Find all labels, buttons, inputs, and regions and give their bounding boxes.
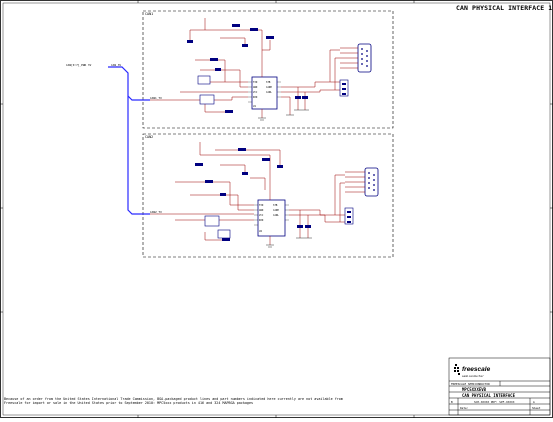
title-block-board-name: MPC5XXXEVB bbox=[462, 386, 487, 392]
svg-text:CANH: CANH bbox=[266, 86, 272, 89]
can2-db9-connector bbox=[364, 167, 379, 197]
can1-jumper bbox=[197, 75, 211, 85]
can1-db9-connector bbox=[357, 43, 372, 73]
footnote: Because of an order from the United Stat… bbox=[4, 397, 343, 406]
svg-text:CANL: CANL bbox=[266, 91, 272, 94]
title-block-ref: FREESCALE SEMICONDUCTOR bbox=[451, 382, 490, 386]
can1-block-label: CAN1 bbox=[145, 12, 154, 16]
svg-text:RXD: RXD bbox=[253, 96, 258, 99]
title-block-sheet: Sheet bbox=[532, 405, 541, 410]
freescale-logo-sub: semiconductor bbox=[462, 374, 484, 378]
sheet-title: CAN PHYSICAL INTERFACE 1 bbox=[456, 4, 553, 12]
can1-jumper bbox=[199, 94, 215, 105]
svg-text:CANH: CANH bbox=[273, 209, 279, 212]
can2-jumper bbox=[204, 215, 220, 227]
schematic-sheet: TXD GND VCC RXD STB CANH CANL U1 TXD GND… bbox=[0, 0, 553, 418]
can2-circuit: TXDGNDVCC RXDSTBCANH CANLU2 bbox=[150, 142, 379, 248]
can2-block-label: CAN2 bbox=[145, 135, 154, 139]
title-block-size: B bbox=[451, 399, 453, 404]
can-bus-line bbox=[108, 66, 150, 215]
svg-text:GND: GND bbox=[253, 86, 258, 89]
title-block-doc-row: SCH-XXXXX PDF: SPF-XXXXX bbox=[474, 399, 515, 404]
svg-text:CANL: CANL bbox=[273, 214, 279, 217]
svg-text:TXD: TXD bbox=[253, 81, 258, 84]
svg-text:TXD: TXD bbox=[259, 204, 264, 207]
svg-text:VCC: VCC bbox=[259, 214, 264, 217]
svg-text:VCC: VCC bbox=[253, 91, 258, 94]
can1-block-border bbox=[142, 10, 394, 129]
bus-entry-label: CAN_3V bbox=[111, 63, 122, 67]
svg-text:RXD: RXD bbox=[259, 219, 264, 222]
svg-text:GND: GND bbox=[259, 209, 264, 212]
title-block-sheet-name: CAN PHYSICAL INTERFACE bbox=[462, 392, 515, 398]
can1-circuit: TXDGNDVCC RXDSTBCANH CANLU1 bbox=[150, 18, 372, 121]
svg-text:STB: STB bbox=[266, 81, 271, 84]
can2-block-border bbox=[142, 133, 394, 258]
can1-tx-label: CAN1_TX bbox=[150, 96, 162, 100]
svg-text:STB: STB bbox=[273, 204, 278, 207]
freescale-logo-mark bbox=[454, 364, 460, 375]
can2-jumper bbox=[217, 229, 231, 239]
freescale-logo-text: freescale bbox=[462, 366, 491, 373]
title-block-rev: A bbox=[533, 399, 535, 404]
title-block-date: Date: bbox=[460, 405, 469, 410]
bus-net-label: CAN[0:7]_PWR 3V bbox=[66, 63, 92, 67]
can2-tx-label: CAN2_TX bbox=[150, 210, 162, 214]
